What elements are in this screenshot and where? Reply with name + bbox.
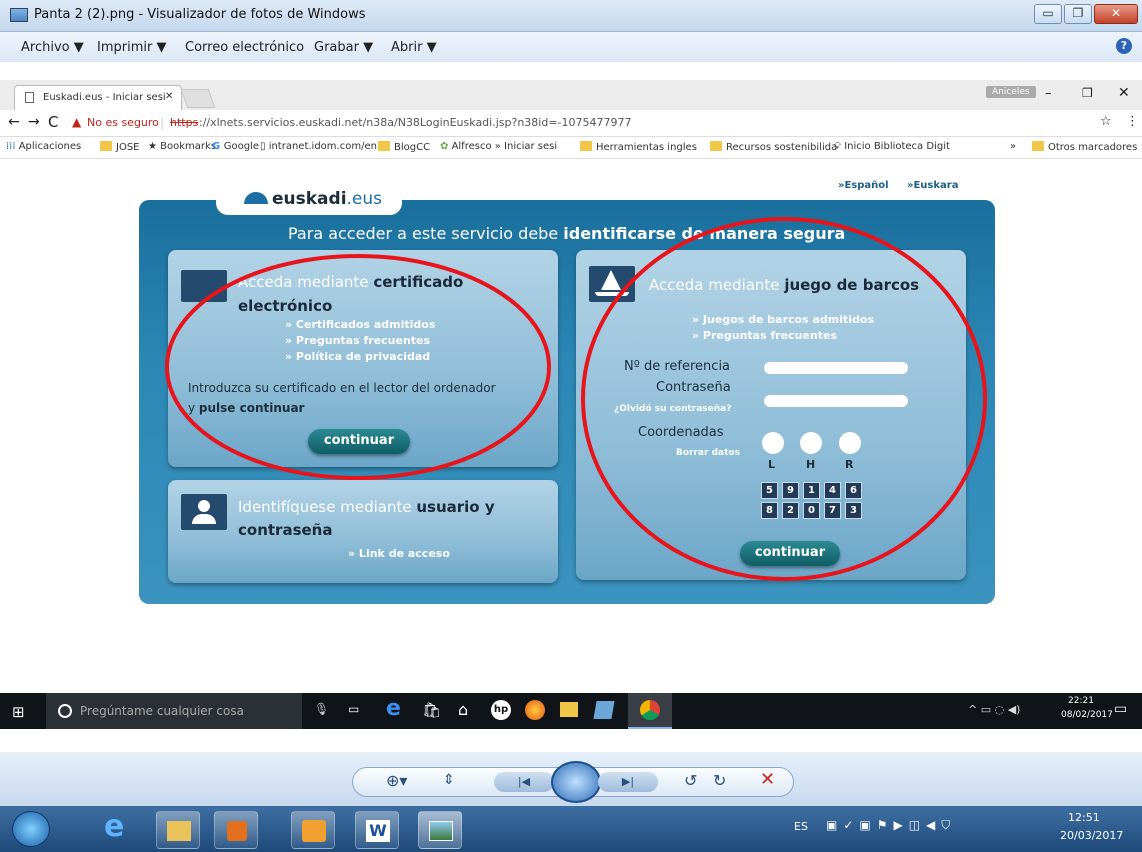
rotate-left-icon[interactable]: ↺ [684, 771, 697, 790]
windows-start-icon[interactable]: ⊞ [12, 703, 25, 721]
taskbar-media-button[interactable] [214, 811, 258, 849]
notes-icon[interactable] [593, 701, 615, 719]
previous-button[interactable]: |◀ [494, 772, 554, 792]
tray-lang[interactable]: ES [794, 820, 808, 833]
chrome-icon[interactable] [628, 693, 672, 729]
annotation-ellipse-right [581, 217, 987, 581]
slideshow-button[interactable] [551, 761, 601, 803]
explorer-icon[interactable] [560, 702, 578, 717]
mic-icon[interactable]: 🎙︎ [314, 702, 329, 716]
cortana-search[interactable]: Pregúntame cualquier cosa [46, 693, 302, 729]
viewer-toolbar: ⊕▾ ⇕ |◀ ▶| ↺ ↻ ✕ [0, 752, 1142, 806]
win10-time: 22:21 [1068, 696, 1094, 706]
logo-arc-icon [244, 192, 268, 204]
win7-time: 12:51 [1068, 811, 1100, 824]
hp-icon[interactable]: hp [491, 700, 511, 720]
ie-icon[interactable]: e [104, 809, 124, 844]
win7-start-orb-icon[interactable] [12, 811, 50, 847]
cortana-circle-icon [58, 704, 72, 718]
search-placeholder: Pregúntame cualquier cosa [80, 704, 244, 718]
win10-date: 08/02/2017 [1061, 710, 1113, 720]
store-icon[interactable]: 🛍︎ [422, 701, 441, 719]
delete-icon[interactable]: ✕ [760, 769, 775, 790]
zoom-icon[interactable]: ⊕▾ [386, 771, 407, 790]
edge-icon[interactable]: e [386, 696, 401, 721]
win10-taskbar: ⊞ Pregúntame cualquier cosa 🎙︎ ▭ e 🛍︎ ⌂ … [0, 693, 1142, 729]
taskbar-outlook-button[interactable] [291, 811, 335, 849]
rotate-right-icon[interactable]: ↻ [713, 771, 726, 790]
euskadi-logo[interactable]: euskadi.eus [244, 189, 382, 209]
next-button[interactable]: ▶| [598, 772, 658, 792]
taskbar-word-button[interactable]: W [355, 811, 399, 849]
tray-icons[interactable]: ^ ▭ ◌ ◀) [968, 703, 1020, 716]
notifications-icon[interactable]: ▭ [1114, 701, 1127, 717]
tray-icons-win7[interactable]: ▣✓▣⚑▶◫◀⛉ [826, 818, 956, 833]
home-icon[interactable]: ⌂ [458, 700, 468, 719]
taskbar-photoviewer-button[interactable] [418, 811, 462, 849]
fit-icon[interactable]: ⇕ [443, 772, 455, 788]
taskbar-explorer-button[interactable] [156, 811, 200, 849]
annotation-ellipse-left [165, 254, 551, 480]
task-view-icon[interactable]: ▭ [348, 702, 359, 716]
firefox-icon[interactable] [525, 700, 545, 720]
win7-date: 20/03/2017 [1060, 829, 1124, 842]
